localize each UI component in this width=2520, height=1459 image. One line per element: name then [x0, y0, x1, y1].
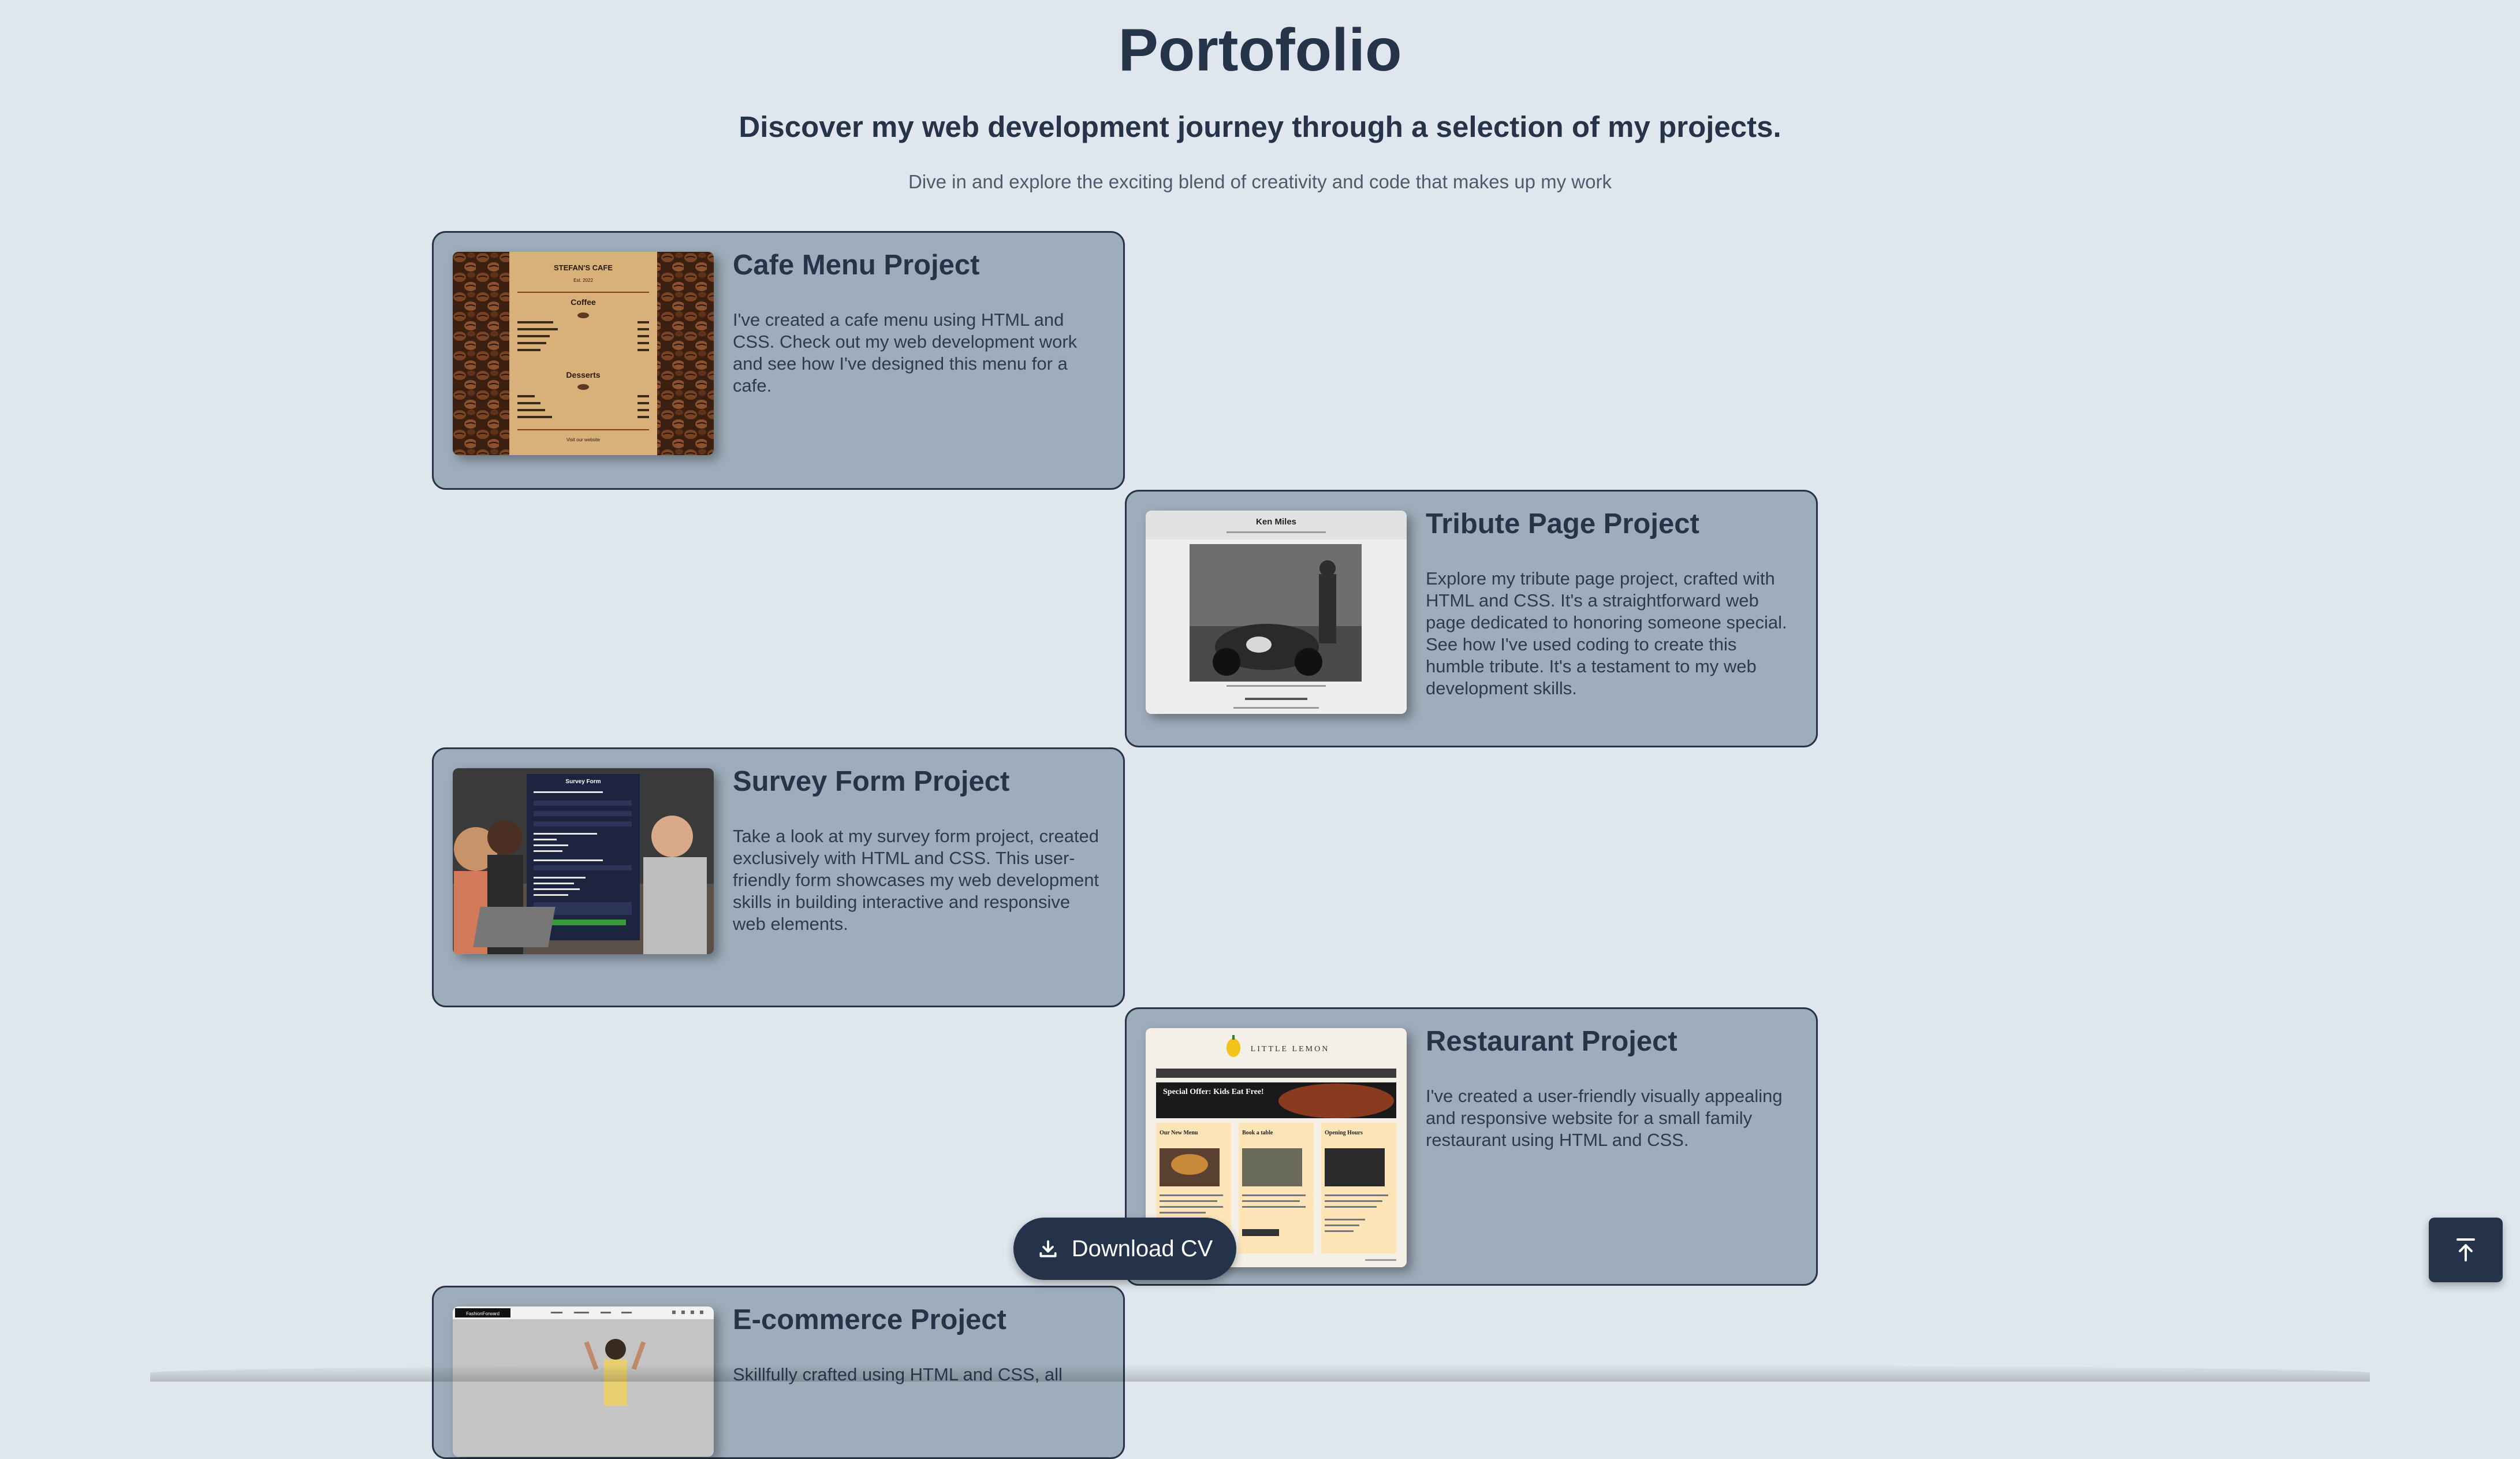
restaurant-thumb-col1: Our New Menu [1160, 1130, 1198, 1136]
arrow-up-to-top-icon [2452, 1236, 2480, 1264]
project-title-survey-form: Survey Form Project [733, 766, 1010, 797]
cafe-thumb-name: STEFAN'S CAFE [554, 263, 613, 272]
survey-thumb-name: Survey Form [565, 779, 601, 785]
cafe-thumb-section2: Desserts [566, 370, 600, 379]
restaurant-thumb-col3: Opening Hours [1325, 1130, 1363, 1136]
project-title-tribute-page: Tribute Page Project [1426, 508, 1699, 539]
survey-form-thumbnail[interactable]: Survey Form [453, 768, 714, 954]
project-description-cafe-menu: I've created a cafe menu using HTML and … [733, 310, 1078, 396]
project-title-ecommerce: E-commerce Project [733, 1304, 1006, 1335]
project-title-cafe-menu: Cafe Menu Project [733, 250, 980, 281]
page-title: Portofolio [1118, 17, 1402, 84]
cafe-menu-thumbnail[interactable]: STEFAN'S CAFE Est. 2022 Coffee Desserts … [453, 252, 714, 455]
ecommerce-thumbnail[interactable]: FashionForward [453, 1307, 714, 1457]
restaurant-thumb-col2: Book a table [1242, 1130, 1273, 1136]
tribute-thumb-name: Ken Miles [1256, 517, 1296, 527]
download-cv-label: Download CV [1071, 1235, 1213, 1261]
back-to-top-button[interactable] [2429, 1218, 2503, 1282]
ecommerce-thumb-name: FashionForward [466, 1311, 499, 1316]
project-title-restaurant: Restaurant Project [1426, 1026, 1677, 1057]
download-icon [1037, 1238, 1059, 1260]
project-description-survey-form: Take a look at my survey form project, c… [733, 826, 1099, 934]
cafe-thumb-est: Est. 2022 [573, 278, 593, 283]
bottom-shadow [150, 1364, 2370, 1382]
restaurant-thumb-name: LITTLE LEMON [1251, 1045, 1330, 1054]
cafe-thumb-section1: Coffee [571, 297, 596, 307]
project-description-restaurant: I've created a user-friendly visually ap… [1426, 1086, 1783, 1150]
project-card-cafe-menu[interactable]: STEFAN'S CAFE Est. 2022 Coffee Desserts … [432, 231, 1125, 490]
project-description-tribute-page: Explore my tribute page project, crafted… [1426, 568, 1787, 698]
restaurant-thumb-banner: Special Offer: Kids Eat Free! [1163, 1088, 1264, 1096]
cafe-thumb-footer: Visit our website [566, 437, 601, 442]
download-cv-button[interactable]: Download CV [1013, 1218, 1236, 1280]
tribute-page-thumbnail[interactable]: Ken Miles [1146, 511, 1407, 714]
project-card-survey-form[interactable]: Survey Form Survey Form Project Take a l… [432, 747, 1125, 1007]
page-subtitle: Discover my web development journey thro… [739, 110, 1781, 143]
project-card-tribute-page[interactable]: Ken Miles Tribute Page Project Explore m… [1125, 490, 1818, 747]
page-tagline: Dive in and explore the exciting blend o… [908, 171, 1612, 192]
